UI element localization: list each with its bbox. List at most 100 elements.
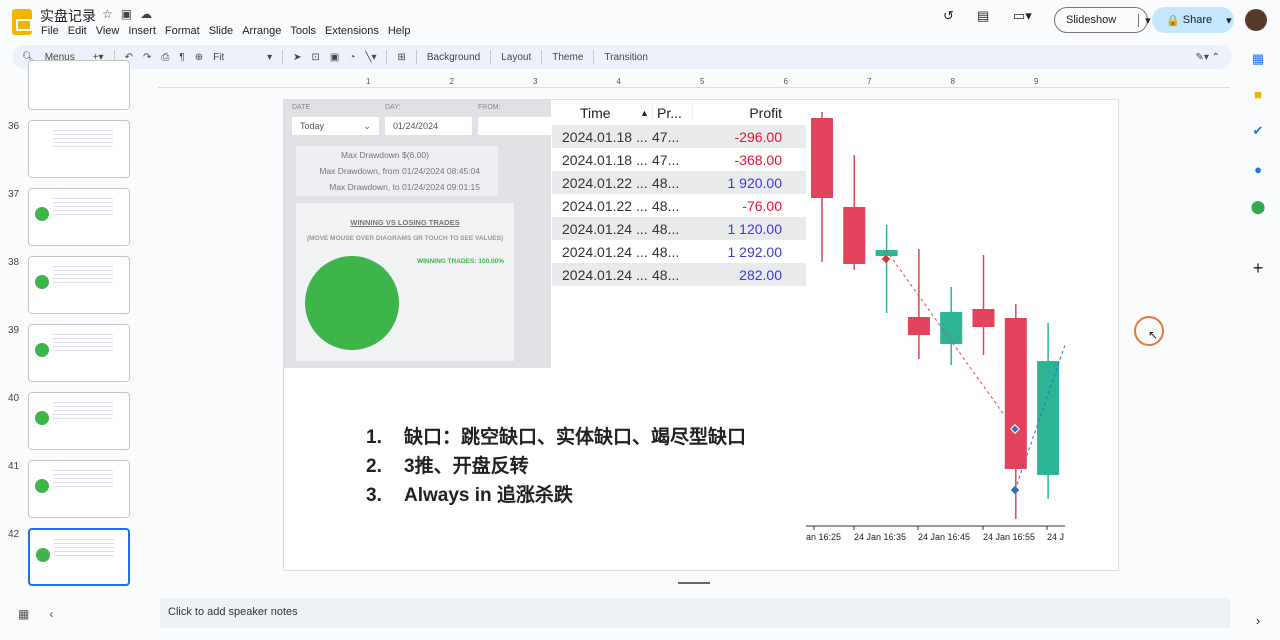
slide-thumbnail[interactable]	[28, 460, 130, 518]
calendar-icon[interactable]: ▦	[1248, 51, 1268, 67]
menu-format[interactable]: Format	[165, 25, 200, 37]
slide-thumbnail[interactable]	[28, 324, 130, 382]
list-item: 1. 缺口：跳空缺口、实体缺口、竭尽型缺口	[366, 423, 746, 452]
slide-thumbnail[interactable]	[28, 256, 130, 314]
ruler-mark: 6	[783, 77, 788, 86]
grid-view-icon[interactable]: ▦	[18, 607, 29, 621]
menu-extensions[interactable]: Extensions	[325, 25, 379, 37]
slide-thumbnail[interactable]	[28, 60, 130, 110]
menu-tools[interactable]: Tools	[290, 25, 316, 37]
table-row[interactable]: 2024.01.24 ... 48... 282.00	[552, 263, 806, 286]
star-icon[interactable]: ☆	[102, 7, 121, 21]
notes-resize-handle[interactable]	[678, 582, 710, 584]
title-icons[interactable]: ☆▣☁	[102, 7, 160, 21]
table-row[interactable]: 2024.01.18 ... 47... -368.00	[552, 148, 806, 171]
theme-button[interactable]: Theme	[552, 52, 583, 63]
candle-body[interactable]	[972, 309, 995, 327]
table-row[interactable]: 2024.01.18 ... 47... -296.00	[552, 125, 806, 148]
table-row[interactable]: 2024.01.22 ... 48... -76.00	[552, 194, 806, 217]
candlestick-chart[interactable]: an 16:25 24 Jan 16:35 24 Jan 16:45 24 Jan 1…	[800, 100, 1080, 550]
trades-table: Time ▲ Pr... Profit 2024.01.18 ... 47... -2…	[552, 100, 806, 286]
redo-icon[interactable]: ↷	[143, 52, 151, 63]
zoom-icon[interactable]: ⊕	[195, 52, 203, 63]
slide-number: 42	[8, 529, 20, 540]
drawdown-row: Max Drawdown $(6.00)	[341, 150, 429, 160]
textbox-icon[interactable]: ⊡	[312, 52, 320, 63]
maps-icon[interactable]: ⬤	[1248, 199, 1268, 215]
filmstrip-controls: ▦ ‹	[0, 607, 150, 621]
candle-body[interactable]	[843, 207, 866, 264]
slide-thumbnail[interactable]	[28, 392, 130, 450]
background-button[interactable]: Background	[427, 52, 480, 63]
from-input[interactable]	[478, 117, 551, 135]
transition-button[interactable]: Transition	[604, 52, 648, 63]
slide-thumbnail[interactable]	[28, 120, 130, 178]
slideshow-button[interactable]: Slideshow ▾	[1054, 7, 1151, 33]
candle-body[interactable]	[1037, 361, 1060, 475]
sort-asc-icon[interactable]: ▲	[640, 108, 652, 118]
candle-body[interactable]	[811, 118, 833, 198]
date-select[interactable]: Today ⌄	[292, 117, 379, 135]
history-icon[interactable]: ↺	[943, 8, 954, 24]
thumb-pie	[36, 548, 50, 562]
candle-body[interactable]	[907, 317, 930, 335]
tasks-icon[interactable]: ✔	[1248, 123, 1268, 139]
shape-icon[interactable]: ◔	[349, 52, 355, 63]
menu-help[interactable]: Help	[388, 25, 411, 37]
slides-logo[interactable]	[12, 9, 32, 35]
x-tick-label: 24 Jan 16:45	[918, 532, 970, 542]
menu-slide[interactable]: Slide	[209, 25, 233, 37]
slideshow-label: Slideshow	[1066, 14, 1117, 26]
comment-add-icon[interactable]: ⊞	[397, 52, 405, 63]
line-icon[interactable]: ╲▾	[365, 52, 376, 63]
select-icon[interactable]: ➤	[293, 52, 301, 63]
slide-filmstrip[interactable]: 36 37 38 39 40 41 42	[0, 60, 150, 590]
menu-edit[interactable]: Edit	[68, 25, 87, 37]
slideshow-dropdown[interactable]: ▾	[1138, 13, 1151, 27]
slide-number: 41	[8, 461, 20, 472]
table-row[interactable]: 2024.01.24 ... 48... 1 292.00	[552, 240, 806, 263]
expand-panel-icon[interactable]: ›	[1248, 613, 1268, 628]
paint-format-icon[interactable]: ¶	[179, 52, 184, 63]
speaker-notes[interactable]: Click to add speaker notes	[160, 598, 1230, 628]
thumb-table	[53, 263, 113, 285]
meet-icon[interactable]: ▭▾	[1013, 8, 1032, 24]
comment-icon[interactable]: ▤	[977, 8, 989, 24]
contacts-icon[interactable]: ●	[1248, 162, 1268, 177]
table-row[interactable]: 2024.01.24 ... 48... 1 120.00	[552, 217, 806, 240]
collapse-icon[interactable]: ‹	[49, 607, 53, 621]
menu-view[interactable]: View	[96, 25, 120, 37]
image-icon[interactable]: ▣	[330, 52, 339, 63]
cloud-icon[interactable]: ☁	[140, 7, 160, 21]
menu-file[interactable]: File	[41, 25, 59, 37]
doc-title[interactable]: 实盘记录	[40, 6, 96, 26]
toolbar: 🔍︎ Menus +▾ ↶ ↷ ⎙ ¶ ⊕ Fit ▾ ➤ ⊡ ▣ ◔ ╲▾ ⊞ Backgroun…	[12, 45, 1232, 69]
thumb-pie	[35, 411, 49, 425]
avatar[interactable]	[1245, 9, 1267, 31]
print-icon[interactable]: ⎙	[161, 52, 169, 63]
folder-icon[interactable]: ▣	[121, 7, 140, 21]
menu-arrange[interactable]: Arrange	[242, 25, 281, 37]
col-profit[interactable]: Profit	[692, 104, 782, 121]
share-button[interactable]: 🔒 Share ▾	[1152, 7, 1234, 33]
zoom-select[interactable]: Fit	[213, 52, 257, 63]
win-pie-chart[interactable]	[305, 256, 399, 350]
keep-icon[interactable]: ■	[1248, 87, 1268, 102]
layout-button[interactable]: Layout	[501, 52, 531, 63]
cell-time: 2024.01.18 ...	[562, 128, 648, 145]
add-addon-icon[interactable]: +	[1248, 258, 1268, 279]
slide-thumbnail[interactable]	[28, 528, 130, 586]
ruler-mark: 4	[616, 77, 621, 86]
table-row[interactable]: 2024.01.22 ... 48... 1 920.00	[552, 171, 806, 194]
day-input[interactable]: 01/24/2024	[385, 117, 472, 135]
pen-icon[interactable]: ✎▾ ⌃	[1195, 52, 1220, 63]
col-time[interactable]: Time	[552, 105, 640, 121]
candle-body[interactable]	[1004, 318, 1027, 469]
share-dropdown[interactable]: ▾	[1226, 14, 1232, 27]
menu-insert[interactable]: Insert	[128, 25, 156, 37]
col-price[interactable]: Pr...	[652, 104, 692, 121]
share-label: Share	[1182, 14, 1213, 26]
candle-body[interactable]	[940, 312, 963, 344]
cell-time: 2024.01.24 ...	[562, 243, 648, 260]
slide-thumbnail[interactable]	[28, 188, 130, 246]
